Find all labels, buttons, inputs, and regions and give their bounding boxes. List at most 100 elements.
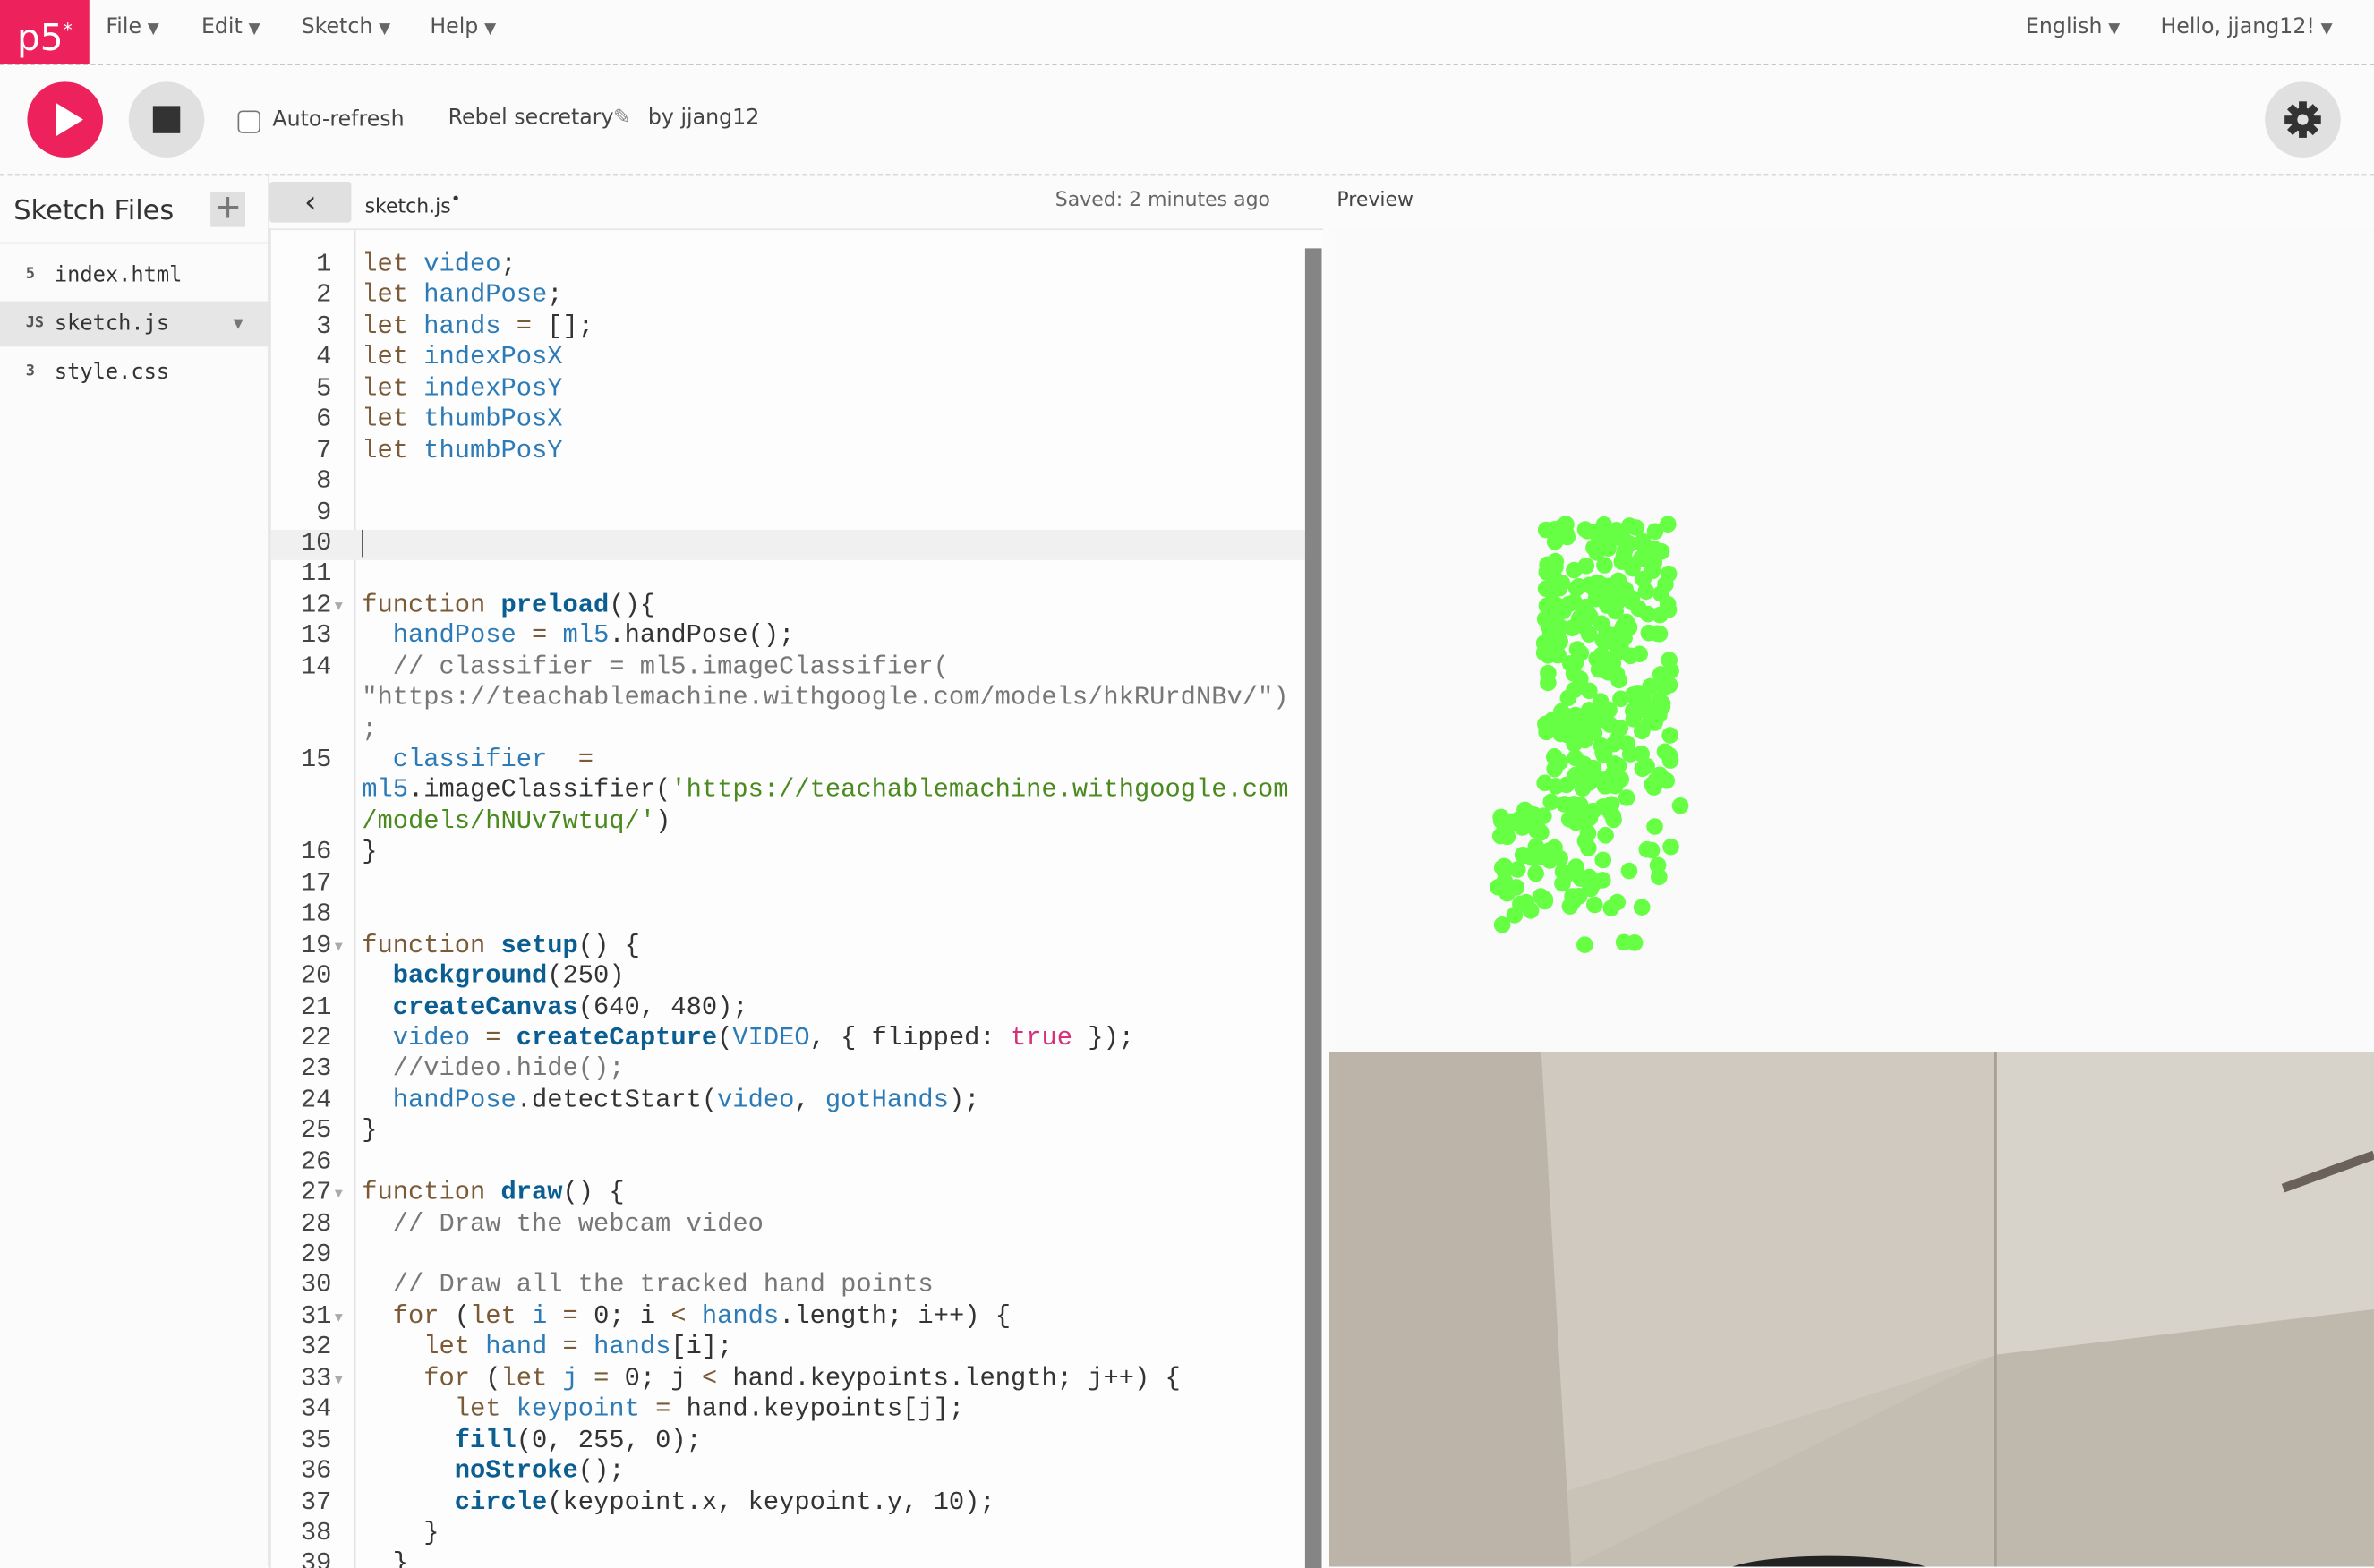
file-sketch-js[interactable]: JS sketch.js ▼ <box>0 301 269 347</box>
code-line[interactable]: ; <box>271 715 1305 746</box>
menu-file-label: File <box>106 14 142 39</box>
line-number: 3 <box>316 312 332 343</box>
code-line[interactable]: 26 <box>271 1148 1305 1180</box>
code-line[interactable]: 6 let thumbPosX <box>271 406 1305 438</box>
fold-toggle-icon[interactable]: ▼ <box>335 932 343 963</box>
fold-toggle-icon[interactable]: ▼ <box>335 1180 343 1211</box>
code-token: (640, 480); <box>577 993 748 1023</box>
code-line[interactable]: 2 let handPose; <box>271 282 1305 313</box>
language-menu[interactable]: English ▼ <box>2026 15 2120 39</box>
keypoint-dot <box>1661 677 1678 694</box>
author-label[interactable]: by jjang12 <box>648 106 759 130</box>
code-line[interactable]: 24 handPose.detectStart(video, gotHands)… <box>271 1087 1305 1118</box>
code-line[interactable]: 36 noStroke(); <box>271 1458 1305 1489</box>
user-menu[interactable]: Hello, jjang12! ▼ <box>2160 15 2332 39</box>
code-line[interactable]: 29 <box>271 1241 1305 1273</box>
code-line[interactable]: 13 handPose = ml5.handPose(); <box>271 623 1305 654</box>
sketch-name[interactable]: Rebel secretary <box>448 106 614 130</box>
code-line[interactable]: 21 createCanvas(640, 480); <box>271 993 1305 1025</box>
code-line[interactable]: 18 <box>271 901 1305 933</box>
code-line[interactable]: 5 let indexPosY <box>271 375 1305 406</box>
pencil-icon[interactable]: ✎ <box>613 106 631 130</box>
keypoint-dot <box>1535 807 1552 824</box>
code-line[interactable]: 28 // Draw the webcam video <box>271 1210 1305 1241</box>
code-line[interactable]: 10 <box>270 529 1305 561</box>
code-text: handPose.detectStart(video, gotHands); <box>362 1087 980 1118</box>
keypoint-dot <box>1554 863 1572 881</box>
code-line[interactable]: 14 // classifier = ml5.imageClassifier( <box>271 653 1305 685</box>
code-line[interactable]: 12 ▼ function preload(){ <box>271 592 1305 623</box>
editor-tab[interactable]: sketch.js• <box>365 189 461 218</box>
code-line[interactable]: 9 <box>271 499 1305 530</box>
code-line[interactable]: 20 background(250) <box>271 963 1305 994</box>
fold-toggle-icon[interactable]: ▼ <box>335 1303 343 1334</box>
menu-file[interactable]: File ▼ <box>106 15 158 39</box>
keypoint-dot <box>1659 595 1677 613</box>
p5-logo[interactable]: p5* <box>0 0 90 64</box>
play-button[interactable] <box>27 81 104 158</box>
code-line[interactable]: 4 let indexPosX <box>271 344 1305 375</box>
code-line[interactable]: 15 classifier = <box>271 746 1305 778</box>
code-line[interactable]: 7 let thumbPosY <box>271 437 1305 468</box>
line-number: 26 <box>300 1148 332 1178</box>
keypoint-dot <box>1586 896 1603 914</box>
menu-sketch[interactable]: Sketch ▼ <box>302 15 391 39</box>
auto-refresh-checkbox[interactable] <box>237 110 260 133</box>
file-style-css[interactable]: 3 style.css <box>0 350 268 396</box>
code-token: let <box>362 437 424 466</box>
code-token: video <box>362 1024 471 1054</box>
fold-toggle-icon[interactable]: ▼ <box>335 1365 343 1396</box>
code-text: ; <box>362 715 377 746</box>
code-line[interactable]: ml5.imageClassifier('https://teachablema… <box>271 777 1305 808</box>
keypoint-dot <box>1671 797 1689 814</box>
code-line[interactable]: 11 <box>271 560 1305 592</box>
code-line[interactable]: 17 <box>271 870 1305 901</box>
preview-canvas[interactable] <box>1328 228 2374 1567</box>
code-text: } <box>362 1551 408 1568</box>
code-token: = <box>547 1334 594 1363</box>
sidebar: Sketch Files + 5 index.html JS sketch.js… <box>0 175 270 1567</box>
keypoint-dot <box>1585 724 1603 742</box>
keypoint-dot <box>1552 601 1570 618</box>
code-token: ml5 <box>362 777 408 806</box>
code-line[interactable]: 34 let keypoint = hand.keypoints[j]; <box>271 1396 1305 1427</box>
line-number: 14 <box>300 653 332 683</box>
menu-help[interactable]: Help ▼ <box>430 15 496 39</box>
settings-button[interactable] <box>2265 81 2341 158</box>
code-line[interactable]: 39 } <box>271 1551 1305 1568</box>
code-line[interactable]: 8 <box>271 468 1305 499</box>
code-line[interactable]: 22 video = createCapture(VIDEO, { flippe… <box>271 1025 1305 1056</box>
code-line[interactable]: 37 circle(keypoint.x, keypoint.y, 10); <box>271 1488 1305 1520</box>
stop-button[interactable] <box>128 81 205 158</box>
code-editor[interactable]: 1 let video; 2 let handPose; 3 let hands = []… <box>269 228 1324 1568</box>
editor-scrollbar[interactable] <box>1304 248 1322 1568</box>
code-line[interactable]: 31 ▼ for (let i = 0; i < hands.length; i+… <box>271 1303 1305 1334</box>
collapse-sidebar-button[interactable]: ‹ <box>269 181 352 223</box>
code-token: ; <box>547 282 563 311</box>
code-line[interactable]: 3 let hands = []; <box>271 313 1305 345</box>
code-line[interactable]: /models/hNUv7wtuq/') <box>271 808 1305 839</box>
code-line[interactable]: 19 ▼ function setup() { <box>271 932 1305 963</box>
code-token: function <box>362 932 501 961</box>
code-line[interactable]: 1 let video; <box>271 251 1305 283</box>
code-line[interactable]: 30 // Draw all the tracked hand points <box>271 1272 1305 1303</box>
code-lines[interactable]: 1 let video; 2 let handPose; 3 let hands = []… <box>270 251 1305 1568</box>
code-line[interactable]: 33 ▼ for (let j = 0; j < hand.keypoints.l… <box>271 1365 1305 1396</box>
code-line[interactable]: 16} <box>271 839 1305 871</box>
file-options-caret-icon[interactable]: ▼ <box>233 302 243 347</box>
code-line[interactable]: 35 fill(0, 255, 0); <box>271 1427 1305 1458</box>
fold-toggle-icon[interactable]: ▼ <box>335 592 343 623</box>
keypoint-dot <box>1626 934 1644 951</box>
code-line[interactable]: 23 //video.hide(); <box>271 1055 1305 1087</box>
language-label: English <box>2025 14 2103 39</box>
menu-edit[interactable]: Edit ▼ <box>201 15 260 39</box>
code-line[interactable]: 38 } <box>271 1520 1305 1551</box>
code-line[interactable]: "https://teachablemachine.withgoogle.com… <box>271 685 1305 716</box>
file-index-html[interactable]: 5 index.html <box>0 252 268 298</box>
code-line[interactable]: 32 let hand = hands[i]; <box>271 1334 1305 1366</box>
code-token: let <box>362 1395 517 1425</box>
add-file-button[interactable]: + <box>210 192 245 227</box>
line-number: 38 <box>300 1519 332 1549</box>
code-line[interactable]: 27 ▼ function draw() { <box>271 1180 1305 1211</box>
code-line[interactable]: 25} <box>271 1118 1305 1149</box>
